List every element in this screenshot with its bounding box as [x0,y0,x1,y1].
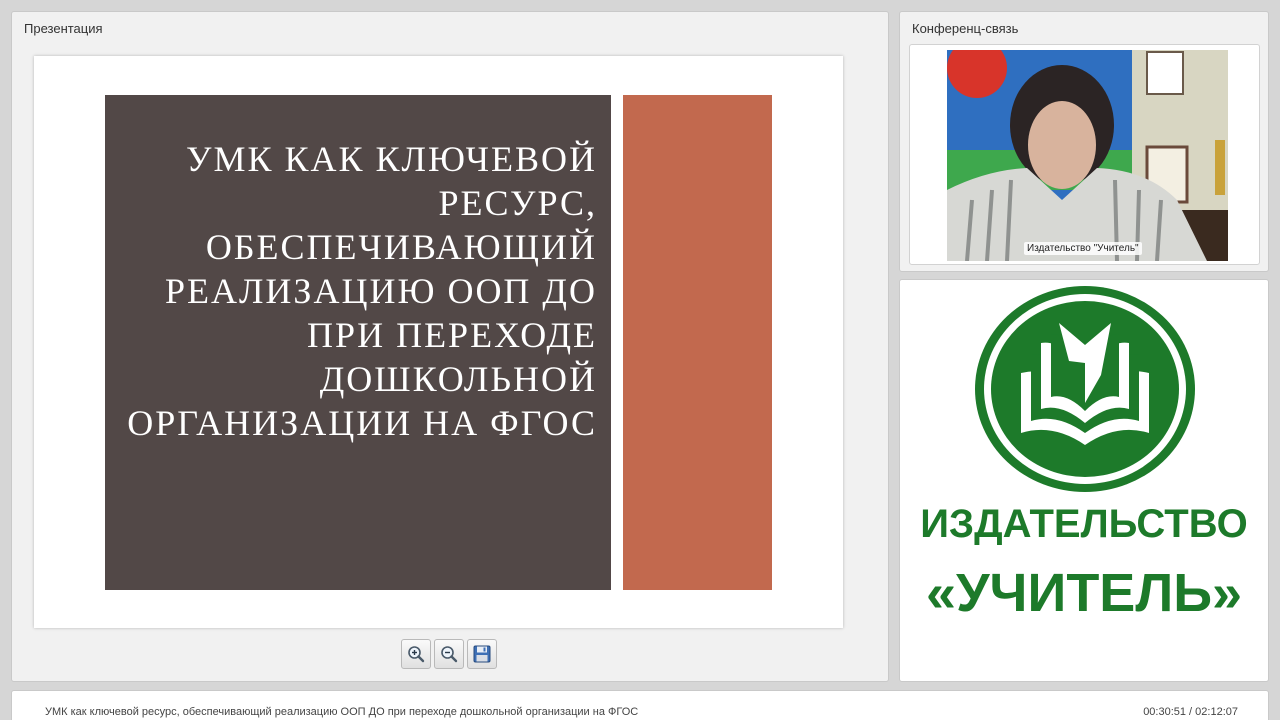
conference-panel: Конференц-связь Издательство "Учитель" [899,11,1269,272]
video-feed[interactable]: Издательство "Учитель" [947,50,1228,261]
publisher-logo-emblem [975,286,1195,492]
conference-panel-title: Конференц-связь [912,21,1019,36]
status-presentation-title: УМК как ключевой ресурс, обеспечивающий … [45,706,639,718]
video-frame: Издательство "Учитель" [909,44,1260,265]
webcam-image [947,50,1228,261]
slide-title: УМК КАК КЛЮЧЕВОЙ РЕСУРС, ОБЕСПЕЧИВАЮЩИЙ … [127,139,597,443]
slide-toolbar [401,639,497,669]
save-button[interactable] [467,639,497,669]
status-bar: УМК как ключевой ресурс, обеспечивающий … [11,690,1269,720]
video-caption: Издательство "Учитель" [1024,242,1142,255]
zoom-out-icon [441,646,458,663]
slide-accent-block [623,95,772,590]
zoom-in-icon [408,646,425,663]
publisher-name-line2: «УЧИТЕЛЬ» [925,563,1243,623]
zoom-in-button[interactable] [401,639,431,669]
playback-time: 00:30:51 / 02:12:07 [1143,706,1238,718]
slide: УМК КАК КЛЮЧЕВОЙ РЕСУРС, ОБЕСПЕЧИВАЮЩИЙ … [34,56,843,628]
publisher-name-line1: ИЗДАТЕЛЬСТВО [920,502,1248,546]
slide-title-block: УМК КАК КЛЮЧЕВОЙ РЕСУРС, ОБЕСПЕЧИВАЮЩИЙ … [105,95,611,590]
presentation-panel: Презентация УМК КАК КЛЮЧЕВОЙ РЕСУРС, ОБЕ… [11,11,889,682]
presentation-panel-title: Презентация [24,21,103,36]
save-icon [473,645,491,663]
zoom-out-button[interactable] [434,639,464,669]
publisher-logo-panel: ИЗДАТЕЛЬСТВО «УЧИТЕЛЬ» [899,279,1269,682]
